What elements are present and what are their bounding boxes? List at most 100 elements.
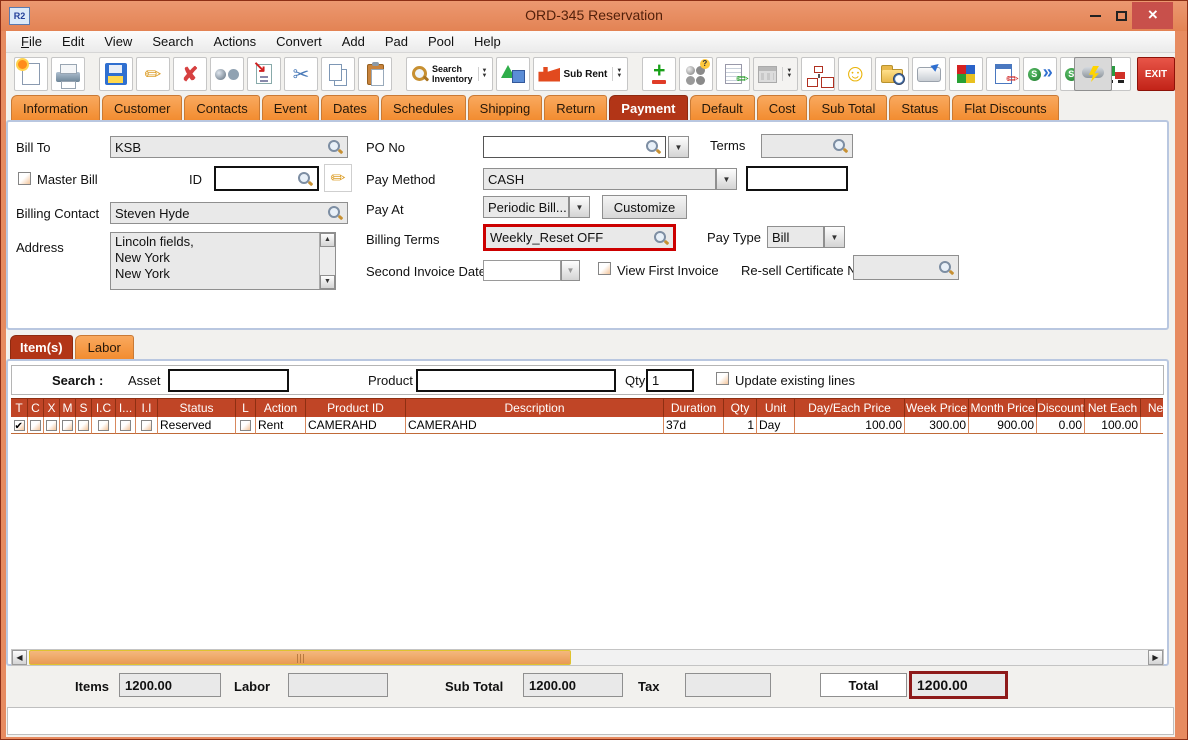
menu-edit[interactable]: Edit <box>52 32 94 51</box>
notepad-button[interactable] <box>716 57 751 91</box>
cut-button[interactable] <box>284 57 318 91</box>
tab-shipping[interactable]: Shipping <box>467 95 543 120</box>
new-button[interactable] <box>14 57 48 91</box>
row-cell-s[interactable] <box>76 417 92 434</box>
row-checkbox-c[interactable] <box>30 419 41 431</box>
col-header-week-price[interactable]: Week Price <box>905 398 969 417</box>
row-cell-net-each[interactable]: 100.00 <box>1085 417 1141 434</box>
delete-button[interactable] <box>173 57 207 91</box>
terms-search-icon[interactable] <box>832 138 848 154</box>
group-button[interactable] <box>679 57 714 91</box>
master-bill-checkbox[interactable] <box>18 172 31 185</box>
title-bar[interactable]: R2 ORD-345 Reservation <box>1 1 1187 31</box>
pay-method-dropdown[interactable] <box>716 168 737 190</box>
tab-information[interactable]: Information <box>11 95 101 120</box>
row-cell-description[interactable]: CAMERAHD <box>406 417 664 434</box>
doc-edit-button[interactable] <box>986 57 1021 91</box>
tab-customer[interactable]: Customer <box>102 95 183 120</box>
asset-input[interactable] <box>168 369 289 392</box>
close-button[interactable] <box>1132 2 1173 29</box>
menu-add[interactable]: Add <box>332 32 375 51</box>
col-header-i2[interactable]: I... <box>116 398 136 417</box>
search-inventory-button[interactable]: Search Inventory <box>406 57 494 91</box>
tab-cost[interactable]: Cost <box>756 95 808 120</box>
pay-method-extra-field[interactable] <box>746 166 848 191</box>
row-checkbox-x[interactable] <box>46 419 57 431</box>
row-checkbox-ic[interactable] <box>98 419 109 431</box>
tab-event[interactable]: Event <box>261 95 319 120</box>
row-checkbox-ii[interactable] <box>141 419 152 431</box>
update-existing-checkbox[interactable] <box>716 372 729 385</box>
row-cell-unit[interactable]: Day <box>757 417 795 434</box>
row-cell-x[interactable] <box>44 417 60 434</box>
blocks-button[interactable] <box>949 57 984 91</box>
row-checkbox-l[interactable] <box>240 419 251 431</box>
billing-terms-search-icon[interactable] <box>653 230 669 246</box>
smiley-button[interactable] <box>838 57 873 91</box>
address-field[interactable]: Lincoln fields, New York New York <box>110 232 336 290</box>
tab-flat-discounts[interactable]: Flat Discounts <box>952 95 1059 120</box>
view-first-invoice-checkbox[interactable] <box>598 262 611 275</box>
scroll-left-icon[interactable] <box>12 650 27 665</box>
tab-return[interactable]: Return <box>544 95 608 120</box>
id-field[interactable] <box>214 166 319 191</box>
pay-at-combo[interactable]: Periodic Bill... <box>483 196 569 218</box>
row-cell-status[interactable]: Reserved <box>158 417 236 434</box>
menu-search[interactable]: Search <box>142 32 203 51</box>
menu-actions[interactable]: Actions <box>204 32 267 51</box>
po-no-dropdown[interactable] <box>668 136 689 158</box>
resell-certificate-field[interactable] <box>853 255 959 280</box>
col-header-day-each-price[interactable]: Day/Each Price <box>795 398 905 417</box>
copy-button[interactable] <box>321 57 355 91</box>
org-chart-button[interactable] <box>801 57 836 91</box>
terms-field[interactable] <box>761 134 853 158</box>
second-invoice-date-field[interactable] <box>483 260 561 281</box>
customize-button[interactable]: Customize <box>602 195 687 219</box>
col-header-discount[interactable]: Discount <box>1037 398 1085 417</box>
col-header-m[interactable]: M <box>60 398 76 417</box>
lightning-button[interactable] <box>1074 57 1112 91</box>
col-header-x[interactable]: X <box>44 398 60 417</box>
row-cell-product-id[interactable]: CAMERAHD <box>306 417 406 434</box>
tab-dates[interactable]: Dates <box>320 95 379 120</box>
tab-sub-total[interactable]: Sub Total <box>809 95 888 120</box>
convert-shapes-button[interactable] <box>496 57 531 91</box>
col-header-s[interactable]: S <box>76 398 92 417</box>
row-cell-discount[interactable]: 0.00 <box>1037 417 1085 434</box>
edit-button[interactable] <box>136 57 170 91</box>
scrollbar-thumb[interactable] <box>29 650 571 665</box>
id-search-icon[interactable] <box>297 171 313 187</box>
row-cell-ic[interactable] <box>92 417 116 434</box>
row-cell-c[interactable] <box>28 417 44 434</box>
print-button[interactable] <box>51 57 85 91</box>
paste-button[interactable] <box>358 57 392 91</box>
tab-default[interactable]: Default <box>689 95 755 120</box>
col-header-l[interactable]: L <box>236 398 256 417</box>
billing-contact-search-icon[interactable] <box>327 205 343 221</box>
tab-schedules[interactable]: Schedules <box>380 95 466 120</box>
menu-pool[interactable]: Pool <box>418 32 464 51</box>
row-checkbox-m[interactable] <box>62 419 73 431</box>
tab-labor[interactable]: Labor <box>74 335 134 359</box>
resell-certificate-search-icon[interactable] <box>938 260 954 276</box>
col-header-description[interactable]: Description <box>406 398 664 417</box>
tab-payment[interactable]: Payment <box>609 95 688 120</box>
pay-at-dropdown[interactable] <box>569 196 590 218</box>
pay-method-combo[interactable]: CASH <box>483 168 716 190</box>
menu-view[interactable]: View <box>94 32 142 51</box>
maximize-button[interactable] <box>1109 7 1133 25</box>
table-row[interactable]: Reserved Rent CAMERAHD CAMERAHD 37d 1 Da… <box>11 417 1163 434</box>
key-button[interactable] <box>912 57 947 91</box>
search-inventory-dropdown-icon[interactable] <box>477 67 489 81</box>
billing-contact-field[interactable]: Steven Hyde <box>110 202 348 224</box>
col-header-ii[interactable]: I.I <box>136 398 158 417</box>
minimize-button[interactable] <box>1083 7 1107 25</box>
scroll-down-icon[interactable] <box>320 275 335 289</box>
menu-pad[interactable]: Pad <box>375 32 418 51</box>
qty-input[interactable]: 1 <box>646 369 694 392</box>
product-input[interactable] <box>416 369 616 392</box>
row-checkbox-i2[interactable] <box>120 419 131 431</box>
po-no-search-icon[interactable] <box>645 139 661 155</box>
po-no-field[interactable] <box>483 136 666 158</box>
col-header-unit[interactable]: Unit <box>757 398 795 417</box>
